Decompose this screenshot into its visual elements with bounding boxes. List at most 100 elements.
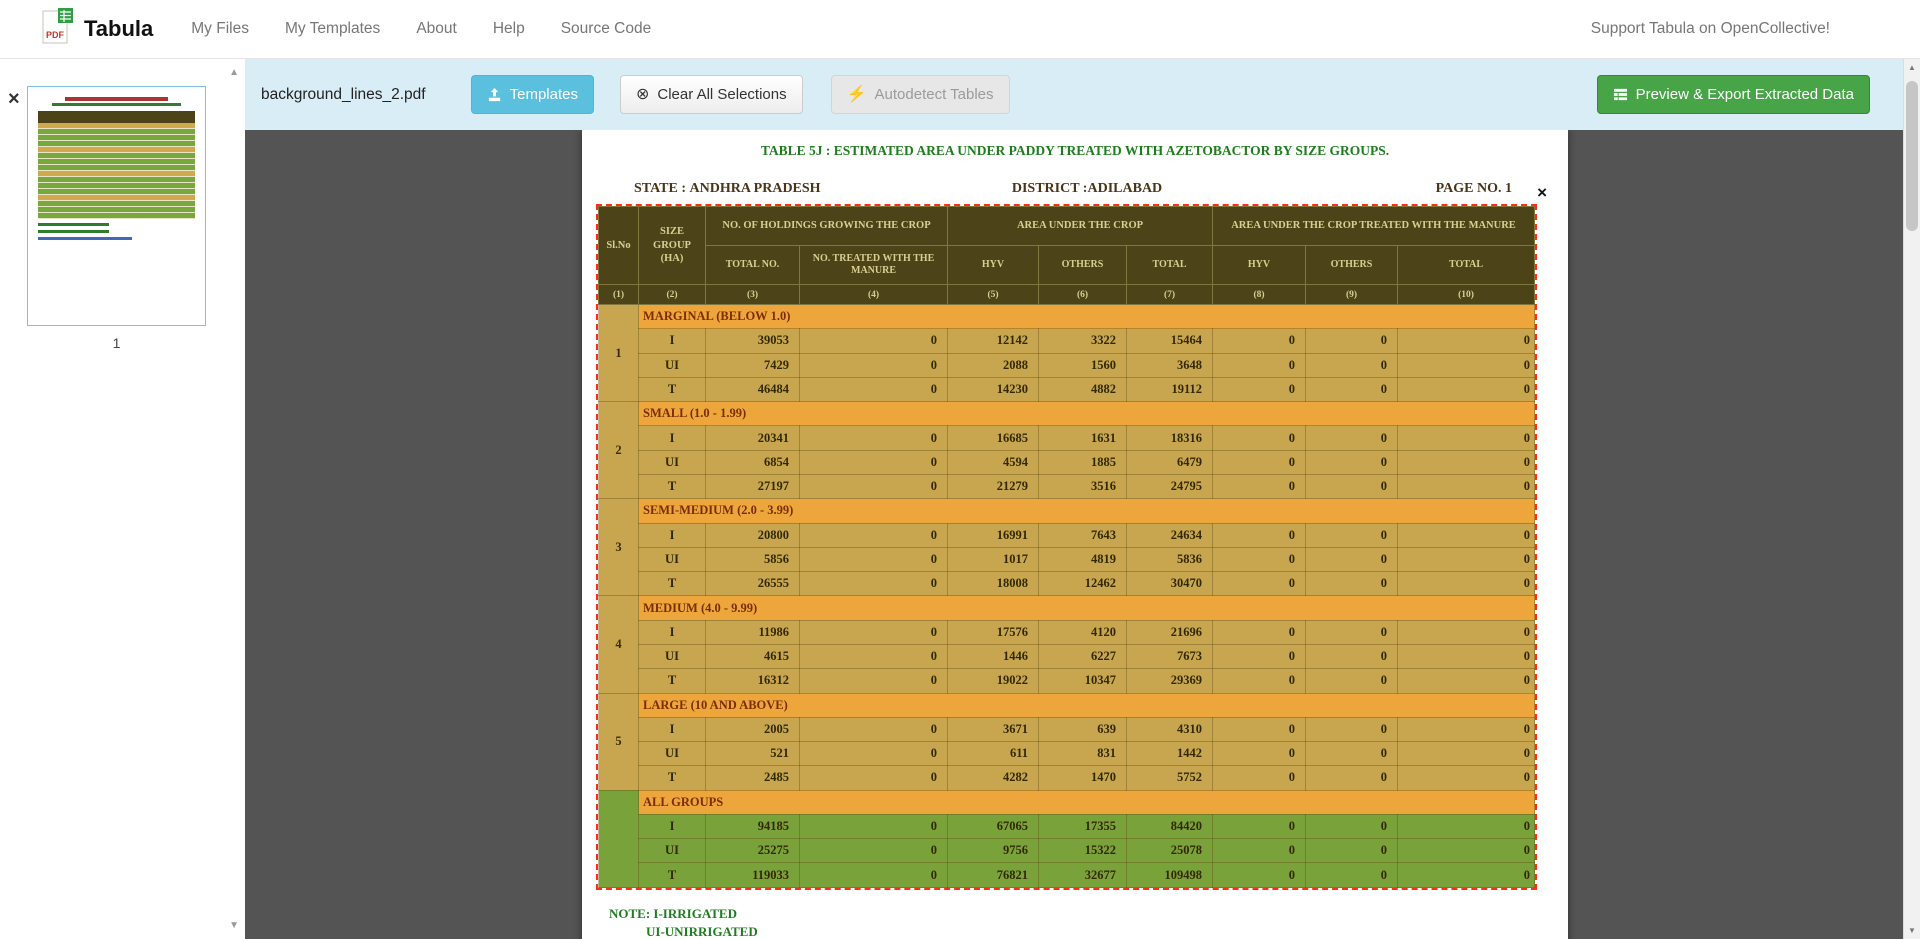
- pdf-table: Sl.No SIZE GROUP (HA) NO. OF HOLDINGS GR…: [598, 206, 1535, 888]
- row-code-cell: T: [639, 669, 706, 693]
- scrollbar-down-icon[interactable]: ▼: [1904, 926, 1920, 935]
- row-code-cell: UI: [639, 839, 706, 863]
- district-label: DISTRICT :: [1012, 181, 1088, 196]
- group-label-row: 3SEMI-MEDIUM (2.0 - 3.99): [599, 499, 1535, 523]
- clear-all-selections-button[interactable]: ⊗ Clear All Selections: [620, 75, 803, 114]
- value-cell: 29369: [1127, 669, 1213, 693]
- value-cell: 0: [1398, 523, 1535, 547]
- pdf-page[interactable]: TABLE 5J : ESTIMATED AREA UNDER PADDY TR…: [582, 130, 1568, 939]
- autodetect-tables-button[interactable]: ⚡ Autodetect Tables: [831, 75, 1010, 114]
- selection-box[interactable]: × Sl.No SIZE GROUP (HA) NO. OF HOLDINGS …: [596, 204, 1537, 890]
- document-area[interactable]: TABLE 5J : ESTIMATED AREA UNDER PADDY TR…: [245, 130, 1920, 939]
- value-cell: 1446: [948, 644, 1039, 668]
- value-cell: 5836: [1127, 547, 1213, 571]
- value-cell: 0: [1306, 450, 1398, 474]
- value-cell: 0: [1306, 329, 1398, 353]
- table-row: I2005036716394310000: [599, 717, 1535, 741]
- value-cell: 30470: [1127, 572, 1213, 596]
- value-cell: 0: [1213, 742, 1306, 766]
- table-row: UI58560101748195836000: [599, 547, 1535, 571]
- value-cell: 16685: [948, 426, 1039, 450]
- templates-button[interactable]: Templates: [471, 75, 594, 114]
- col-number: (4): [800, 285, 948, 305]
- value-cell: 0: [1398, 839, 1535, 863]
- district-text: DISTRICT :ADILABAD: [1012, 181, 1162, 197]
- value-cell: 6479: [1127, 450, 1213, 474]
- value-cell: 18008: [948, 572, 1039, 596]
- clear-circle-icon: ⊗: [636, 87, 649, 103]
- export-button-label: Preview & Export Extracted Data: [1636, 86, 1854, 103]
- value-cell: 4819: [1039, 547, 1127, 571]
- value-cell: 0: [1306, 474, 1398, 498]
- pdf-table-title: TABLE 5J : ESTIMATED AREA UNDER PADDY TR…: [582, 143, 1568, 159]
- value-cell: 831: [1039, 742, 1127, 766]
- value-cell: 2005: [706, 717, 800, 741]
- autodetect-button-label: Autodetect Tables: [875, 86, 994, 103]
- value-cell: 0: [1306, 766, 1398, 790]
- sidebar-scroll-up-icon[interactable]: ▲: [229, 67, 239, 78]
- value-cell: 16991: [948, 523, 1039, 547]
- value-cell: 76821: [948, 863, 1039, 888]
- value-cell: 0: [1306, 377, 1398, 401]
- value-cell: 25078: [1127, 839, 1213, 863]
- value-cell: 0: [800, 474, 948, 498]
- row-code-cell: I: [639, 814, 706, 838]
- deselect-page-icon[interactable]: ×: [8, 89, 20, 109]
- slno-cell: 2: [599, 402, 639, 499]
- lightning-icon: ⚡: [847, 87, 867, 103]
- header-total-2: TOTAL: [1398, 246, 1535, 285]
- nav-item-source-code[interactable]: Source Code: [561, 21, 651, 37]
- value-cell: 0: [1306, 426, 1398, 450]
- value-cell: 639: [1039, 717, 1127, 741]
- nav-item-help[interactable]: Help: [493, 21, 525, 37]
- brand[interactable]: PDF Tabula: [40, 8, 153, 51]
- slno-cell: 1: [599, 305, 639, 402]
- value-cell: 2485: [706, 766, 800, 790]
- value-cell: 12142: [948, 329, 1039, 353]
- value-cell: 4282: [948, 766, 1039, 790]
- col-number: (5): [948, 285, 1039, 305]
- main-scrollbar[interactable]: ▲ ▼: [1903, 59, 1920, 939]
- thumbnail-page-number: 1: [27, 335, 206, 351]
- scrollbar-up-icon[interactable]: ▲: [1904, 63, 1920, 72]
- value-cell: 0: [800, 717, 948, 741]
- header-size-group: SIZE GROUP (HA): [639, 207, 706, 285]
- value-cell: 0: [1398, 669, 1535, 693]
- selection-close-icon[interactable]: ×: [1537, 184, 1547, 201]
- value-cell: 0: [1213, 669, 1306, 693]
- value-cell: 32677: [1039, 863, 1127, 888]
- value-cell: 39053: [706, 329, 800, 353]
- district-value: ADILABAD: [1087, 181, 1162, 196]
- navbar: PDF Tabula My Files My Templates About H…: [0, 0, 1920, 59]
- table-row: I11986017576412021696000: [599, 620, 1535, 644]
- value-cell: 0: [1306, 742, 1398, 766]
- templates-button-label: Templates: [510, 86, 578, 103]
- scrollbar-thumb[interactable]: [1906, 81, 1918, 231]
- value-cell: 0: [1398, 353, 1535, 377]
- nav-item-my-files[interactable]: My Files: [191, 21, 249, 37]
- value-cell: 24634: [1127, 523, 1213, 547]
- header-slno: Sl.No: [599, 207, 639, 285]
- table-row: I941850670651735584420000: [599, 814, 1535, 838]
- value-cell: 0: [1398, 620, 1535, 644]
- value-cell: 19112: [1127, 377, 1213, 401]
- value-cell: 0: [800, 426, 948, 450]
- value-cell: 109498: [1127, 863, 1213, 888]
- row-code-cell: UI: [639, 644, 706, 668]
- filename-label: background_lines_2.pdf: [261, 86, 426, 104]
- nav-item-about[interactable]: About: [416, 21, 457, 37]
- table-row: I39053012142332215464000: [599, 329, 1535, 353]
- support-link[interactable]: Support Tabula on OpenCollective!: [1591, 20, 1830, 38]
- value-cell: 84420: [1127, 814, 1213, 838]
- value-cell: 46484: [706, 377, 800, 401]
- page-thumbnail[interactable]: [27, 86, 206, 326]
- value-cell: 0: [1398, 329, 1535, 353]
- value-cell: 0: [1213, 474, 1306, 498]
- sidebar-scroll-down-icon[interactable]: ▼: [229, 920, 239, 931]
- nav-item-my-templates[interactable]: My Templates: [285, 21, 380, 37]
- value-cell: 0: [1213, 814, 1306, 838]
- preview-export-button[interactable]: Preview & Export Extracted Data: [1597, 75, 1870, 114]
- row-code-cell: I: [639, 620, 706, 644]
- pdf-table-body: 1MARGINAL (BELOW 1.0)I390530121423322154…: [599, 305, 1535, 888]
- value-cell: 1442: [1127, 742, 1213, 766]
